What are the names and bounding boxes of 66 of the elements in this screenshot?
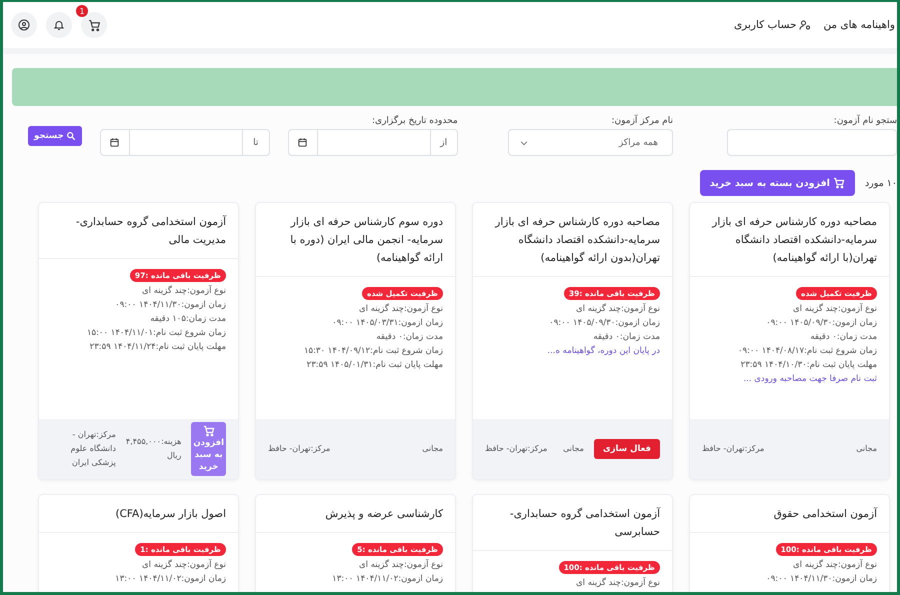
card-detail: زمان شروع ثبت نام:۱۴۰۴/۰۸/۱۷ ۰۹:۰۰ (738, 345, 877, 358)
card-detail: زمان ازمون:۱۴۰۴/۱۱/۰۲ ۱۳:۰۰ (115, 573, 226, 586)
add-to-cart-button[interactable]: افزودن به سبد خرید (191, 422, 226, 476)
date-range-label: محدوده تاریخ برگزاری: (371, 116, 458, 126)
result-count: ۱۰ مورد (864, 178, 897, 188)
card-title: دوره سوم کارشناس حرفه ای بازار سرمایه- انجمن مالی ایران (دوره با ارائه گواهینامه) (256, 203, 455, 277)
card-detail: نوع آزمون:چند گزینه ای (576, 302, 660, 316)
price-text: هزینه:۴,۴۵۵,۰۰۰ ریال (126, 436, 182, 462)
card-detail: نوع آزمون:چند گزینه ای (359, 558, 443, 572)
card-title: آزمون استخدامی حقوق (690, 495, 889, 533)
exam-name-label: ستجو نام آزمون: (832, 116, 897, 126)
card-title: کارشناسی عرضه و پذیرش (256, 495, 455, 533)
card-detail: مدت زمان:۰ دقیقه (593, 331, 660, 344)
card-note-link[interactable]: در پایان این دوره، گواهینامه ه... (547, 344, 660, 359)
card-detail: زمان شروع ثبت نام:۱۴۰۴/۰۹/۱۲ ۱۵:۳۰ (304, 345, 443, 358)
account-icon[interactable] (11, 12, 37, 38)
center-label: نام مرکز آزمون: (610, 116, 673, 126)
center-select[interactable]: همه مراکز (508, 129, 673, 156)
card-note-link[interactable]: ثبت نام صرفا جهت مصاحبه ورودی ... (743, 372, 877, 387)
card-title: مصاحبه دوره کارشناس حرفه ای بازار سرمایه-دانشکده اقتصاد دانشگاه تهران(بدون ارائه گواهینامه) (473, 203, 672, 277)
price-text: مجانی (856, 443, 877, 455)
card-title: مصاحبه دوره کارشناس حرفه ای بازار سرمایه-دانشکده اقتصاد دانشگاه تهران(با ارائه گواهینامه) (690, 203, 889, 277)
card-detail: زمان ازمون:۱۴۰۴/۱۱/۳۰ ۰۹:۰۰ (766, 573, 877, 586)
card-detail: زمان ازمون:۱۴۰۵/۰۹/۳۰ ۰۹:۰۰ (549, 317, 660, 330)
card-detail: مهلت پایان ثبت نام:۱۴۰۵/۰۱/۳۱ ۲۳:۵۹ (306, 359, 443, 372)
cart-icon[interactable] (81, 12, 107, 38)
card-title: آزمون استخدامی گروه حسابداری-حسابرسی (473, 495, 672, 551)
calendar-icon (297, 137, 308, 148)
exam-name-field[interactable] (727, 129, 897, 156)
nav-link[interactable]: واهینامه های من (823, 19, 895, 31)
activate-button[interactable]: فعال سازی (594, 439, 660, 459)
add-package-button[interactable]: افزودن بسته به سبد خرید (700, 170, 855, 196)
card-detail: نوع آزمون:چند گزینه ای (142, 558, 226, 572)
calendar-icon (109, 137, 120, 148)
card-detail: مدت زمان:۰ دقیقه (376, 331, 443, 344)
card-detail: زمان ازمون:۱۴۰۵/۰۳/۳۱ ۰۹:۰۰ (332, 317, 443, 330)
search-button[interactable]: جستجو (28, 126, 82, 146)
nav-link[interactable]: حساب کاربری (734, 19, 812, 31)
card-detail: مدت زمان:۰ دقیقه (810, 331, 877, 344)
center-text: مرکز:تهران- حافظ (268, 443, 330, 455)
card-detail: زمان ازمون:۱۴۰۴/۱۱/۰۲ ۱۳:۰۰ (332, 573, 443, 586)
card-detail: نوع آزمون:چند گزینه ای (793, 558, 877, 572)
card-detail: زمان ازمون:۱۴۰۴/۱۱/۳۰ ۰۹:۰۰ (115, 299, 226, 312)
card-detail: نوع آزمون:چند گزینه ای (359, 302, 443, 316)
center-text: مرکز:تهران - دانشگاه علوم پزشکی ایران (70, 429, 116, 469)
center-text: مرکز:تهران- حافظ (702, 443, 764, 455)
card-title: اصول بازار سرمایه(CFA) (39, 495, 238, 533)
cart-icon (832, 177, 845, 189)
price-text: مجانی (422, 443, 443, 455)
cart-count-badge: 1 (76, 5, 88, 17)
card-detail: نوع آزمون:چند گزینه ای (576, 576, 660, 590)
search-icon (66, 131, 76, 141)
card-detail: زمان شروع ثبت نام:۱۴۰۴/۱۱/۰۱ ۱۵:۰۰ (86, 327, 226, 340)
cart-icon (202, 425, 215, 437)
bell-icon[interactable] (46, 12, 72, 38)
center-text: مرکز:تهران- حافظ (485, 443, 548, 455)
to-date-field[interactable]: تا (100, 129, 270, 156)
card-title: آزمون استخدامی گروه حسابداری-مدیریت مالی (39, 203, 238, 259)
card-detail: مهلت پایان ثبت نام:۱۴۰۴/۱۰/۳۰ ۲۳:۵۹ (740, 359, 877, 372)
card-detail: نوع آزمون:چند گزینه ای (793, 302, 877, 316)
card-detail: زمان ازمون:۱۴۰۵/۰۹/۳۰ ۰۹:۰۰ (766, 317, 877, 330)
from-date-field[interactable]: از (288, 129, 458, 156)
card-detail: نوع آزمون:چند گزینه ای (142, 284, 226, 298)
card-detail: مدت زمان:۱۰۵ دقیقه (150, 313, 226, 326)
card-detail: مهلت پایان ثبت نام:۱۴۰۴/۱۱/۲۴ ۲۳:۵۹ (90, 341, 226, 354)
price-text: مجانی (563, 443, 584, 455)
